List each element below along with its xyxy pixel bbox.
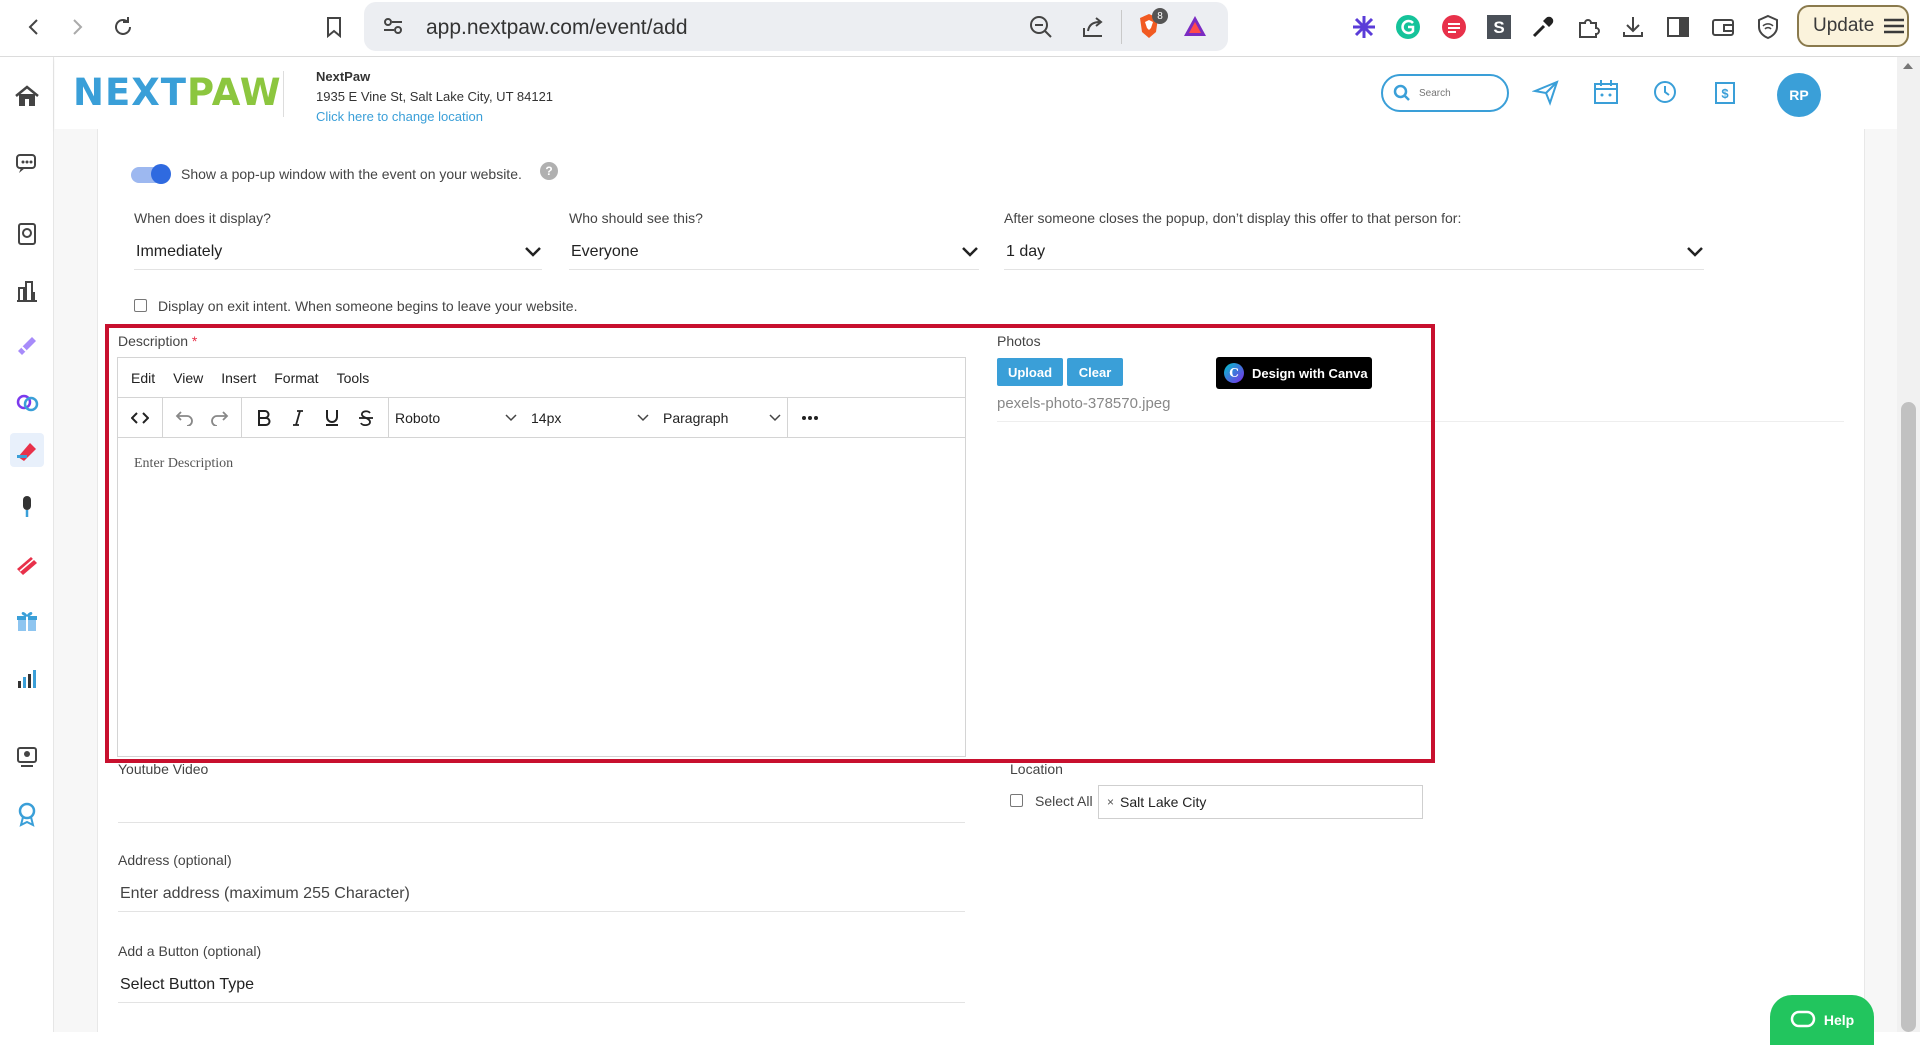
brave-badge: 8 — [1152, 8, 1168, 24]
extension-red-icon[interactable] — [1439, 12, 1469, 42]
audience-value: Everyone — [571, 242, 639, 260]
remove-tag-icon[interactable]: × — [1107, 795, 1114, 809]
billing-icon[interactable]: $ — [1710, 77, 1740, 107]
search-icon — [1393, 84, 1411, 102]
address-placeholder: Enter address (maximum 255 Character) — [120, 884, 410, 902]
location-tag: Salt Lake City — [1120, 794, 1207, 810]
microphone-icon[interactable] — [10, 490, 44, 524]
divider — [1121, 10, 1122, 44]
app-sidebar — [0, 57, 54, 1032]
business-address: 1935 E Vine St, Salt Lake City, UT 84121 — [316, 89, 554, 104]
bookmark-icon[interactable] — [317, 10, 351, 44]
scroll-up-arrow-icon[interactable] — [1903, 63, 1913, 69]
chat-icon[interactable] — [10, 147, 44, 181]
logo-next-text: NEXT — [73, 71, 188, 114]
display-timing-label: When does it display? — [134, 210, 271, 226]
add-button-label: Add a Button (optional) — [118, 943, 262, 959]
campaign-icon[interactable] — [10, 217, 44, 251]
user-avatar[interactable]: RP — [1777, 73, 1821, 117]
youtube-label: Youtube Video — [118, 761, 209, 777]
update-button[interactable]: Update — [1797, 5, 1909, 47]
calendar-icon[interactable] — [1591, 77, 1621, 107]
vpn-shield-icon[interactable] — [1753, 12, 1783, 42]
business-icon[interactable] — [10, 274, 44, 308]
support-agent-icon[interactable] — [10, 740, 44, 774]
business-name: NextPaw — [316, 69, 371, 84]
select-all-checkbox[interactable] — [1010, 794, 1023, 807]
chat-bubble-icon — [1790, 1009, 1816, 1031]
app-header: NEXTPAW NextPaw 1935 E Vine St, Salt Lak… — [55, 57, 1897, 129]
suppress-duration-select[interactable]: 1 day — [1004, 234, 1704, 270]
svg-text:S: S — [1493, 18, 1504, 37]
select-all-label: Select All — [1035, 793, 1093, 809]
analytics-icon[interactable] — [10, 661, 44, 695]
site-settings-icon[interactable] — [382, 16, 404, 36]
zoom-out-icon[interactable] — [1028, 14, 1054, 40]
eyedropper-icon[interactable] — [1528, 12, 1558, 42]
chevron-down-icon — [1686, 246, 1704, 258]
nextpaw-logo[interactable]: NEXTPAW — [73, 71, 282, 114]
reload-icon[interactable] — [106, 10, 140, 44]
button-type-select[interactable]: Select Button Type — [118, 967, 965, 1003]
youtube-input[interactable] — [118, 822, 965, 823]
highlight-frame — [105, 324, 1435, 763]
coupon-icon[interactable] — [10, 547, 44, 581]
events-icon[interactable] — [10, 433, 44, 467]
header-divider — [283, 71, 284, 117]
toggle-knob — [151, 164, 171, 184]
extensions-puzzle-icon[interactable] — [1573, 12, 1603, 42]
audience-label: Who should see this? — [569, 210, 703, 226]
popup-toggle[interactable] — [131, 164, 171, 184]
ticket-icon[interactable] — [10, 329, 44, 363]
sidebar-toggle-icon[interactable] — [1663, 12, 1693, 42]
extension-sparkle-icon[interactable] — [1349, 12, 1379, 42]
button-type-value: Select Button Type — [120, 975, 255, 993]
location-multiselect[interactable]: × Salt Lake City — [1098, 785, 1423, 819]
forward-icon[interactable] — [60, 10, 94, 44]
location-label: Location — [1010, 761, 1063, 777]
wallet-icon[interactable] — [1708, 12, 1738, 42]
display-timing-select[interactable]: Immediately — [134, 234, 542, 270]
search-input[interactable] — [1419, 87, 1499, 99]
help-question-icon[interactable]: ? — [540, 162, 558, 180]
clock-icon[interactable] — [1650, 77, 1680, 107]
send-icon[interactable] — [1531, 77, 1561, 107]
page-gutter-right — [1865, 129, 1897, 1032]
menu-hamburger-icon — [1882, 16, 1906, 36]
suppress-duration-label: After someone closes the popup, don’t di… — [1004, 210, 1462, 226]
page-scrollbar[interactable] — [1897, 57, 1920, 1032]
logo-paw-text: PAW — [187, 71, 282, 114]
share-icon[interactable] — [1080, 14, 1106, 40]
address-bar[interactable]: app.nextpaw.com/event/add 8 — [364, 2, 1228, 51]
address-input[interactable]: Enter address (maximum 255 Character) — [118, 876, 965, 912]
exit-intent-checkbox[interactable] — [134, 299, 147, 312]
address-label: Address (optional) — [118, 852, 232, 868]
display-timing-value: Immediately — [136, 242, 223, 260]
loyalty-icon[interactable] — [10, 386, 44, 420]
award-icon[interactable] — [10, 797, 44, 831]
popup-toggle-label: Show a pop-up window with the event on y… — [181, 166, 522, 182]
browser-toolbar: app.nextpaw.com/event/add 8 S Update — [0, 0, 1920, 57]
audience-select[interactable]: Everyone — [569, 234, 979, 270]
scroll-thumb[interactable] — [1901, 402, 1916, 1032]
help-button[interactable]: Help — [1770, 995, 1874, 1045]
back-icon[interactable] — [17, 10, 51, 44]
url-text[interactable]: app.nextpaw.com/event/add — [426, 16, 688, 40]
update-label: Update — [1813, 15, 1875, 36]
exit-intent-label: Display on exit intent. When someone beg… — [158, 298, 578, 314]
page-gutter-left — [54, 129, 97, 1032]
suppress-duration-value: 1 day — [1006, 242, 1046, 260]
chevron-down-icon — [961, 246, 979, 258]
help-label: Help — [1823, 1012, 1855, 1028]
grammarly-icon[interactable] — [1393, 12, 1423, 42]
brave-rewards-icon[interactable] — [1182, 14, 1208, 38]
svg-text:$: $ — [1721, 86, 1729, 101]
home-icon[interactable] — [10, 79, 44, 113]
gift-icon[interactable] — [10, 604, 44, 638]
change-location-link[interactable]: Click here to change location — [316, 109, 483, 124]
download-icon[interactable] — [1618, 12, 1648, 42]
extension-s-icon[interactable]: S — [1484, 12, 1514, 42]
search-box[interactable] — [1381, 74, 1509, 112]
chevron-down-icon — [524, 246, 542, 258]
